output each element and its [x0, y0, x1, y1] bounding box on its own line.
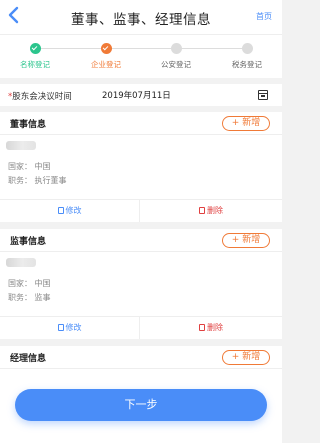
directors-section: 董事信息 + 新增 国家： 中国 职务： 执行董事 修改 删除 — [0, 112, 282, 222]
managers-header: 经理信息 + 新增 — [0, 346, 282, 368]
progress-steps: 名称登记 企业登记 公安登记 税务登记 — [0, 34, 282, 78]
step-pending-icon — [170, 43, 182, 54]
resolution-date-label: *股东会决议时间 — [8, 92, 72, 102]
step-label: 税务登记 — [232, 60, 262, 69]
director-position: 职务： 执行董事 — [8, 176, 67, 185]
divider — [0, 251, 282, 252]
supervisor-position: 职务： 监事 — [8, 293, 51, 302]
app-header: 董事、监事、经理信息 首页 — [0, 0, 282, 34]
add-supervisor-button[interactable]: + 新增 — [222, 233, 270, 248]
step-done-icon — [29, 43, 41, 54]
director-actions: 修改 删除 — [0, 199, 282, 222]
add-director-button[interactable]: + 新增 — [222, 116, 270, 131]
supervisor-actions: 修改 删除 — [0, 316, 282, 339]
add-manager-button[interactable]: + 新增 — [222, 350, 270, 365]
trash-icon — [199, 207, 205, 214]
supervisors-title: 监事信息 — [10, 237, 47, 247]
next-step-button[interactable]: 下一步 — [15, 389, 267, 421]
delete-director-button[interactable]: 删除 — [141, 200, 281, 222]
step-label: 企业登记 — [91, 60, 121, 69]
directors-title: 董事信息 — [10, 120, 47, 130]
managers-title: 经理信息 — [10, 354, 47, 364]
step-label: 公安登记 — [161, 60, 191, 69]
divider — [0, 368, 282, 369]
supervisor-name-redacted — [6, 258, 36, 267]
resolution-date-field[interactable]: *股东会决议时间 2019年07月11日 — [0, 84, 282, 106]
delete-supervisor-button[interactable]: 删除 — [141, 317, 281, 339]
resolution-date-value[interactable]: 2019年07月11日 — [102, 89, 171, 101]
calendar-icon[interactable] — [258, 90, 268, 100]
step-police-registration: 公安登记 — [141, 43, 211, 70]
step-pending-icon — [241, 43, 253, 54]
director-country: 国家： 中国 — [8, 162, 51, 171]
step-tax-registration: 税务登记 — [212, 43, 282, 70]
step-name-registration: 名称登记 — [0, 43, 70, 70]
trash-icon — [199, 324, 205, 331]
edit-director-button[interactable]: 修改 — [0, 200, 140, 222]
director-name-redacted — [6, 141, 36, 150]
edit-supervisor-button[interactable]: 修改 — [0, 317, 140, 339]
step-enterprise-registration: 企业登记 — [71, 43, 141, 70]
home-link[interactable]: 首页 — [256, 11, 272, 22]
edit-icon — [57, 324, 64, 331]
supervisor-country: 国家： 中国 — [8, 279, 51, 288]
page-title: 董事、监事、经理信息 — [71, 12, 211, 28]
step-current-icon — [100, 43, 112, 54]
edit-icon — [57, 207, 64, 214]
divider — [0, 134, 282, 135]
supervisors-section: 监事信息 + 新增 国家： 中国 职务： 监事 修改 删除 — [0, 229, 282, 339]
step-label: 名称登记 — [20, 60, 50, 69]
directors-header: 董事信息 + 新增 — [0, 112, 282, 134]
supervisors-header: 监事信息 + 新增 — [0, 229, 282, 251]
